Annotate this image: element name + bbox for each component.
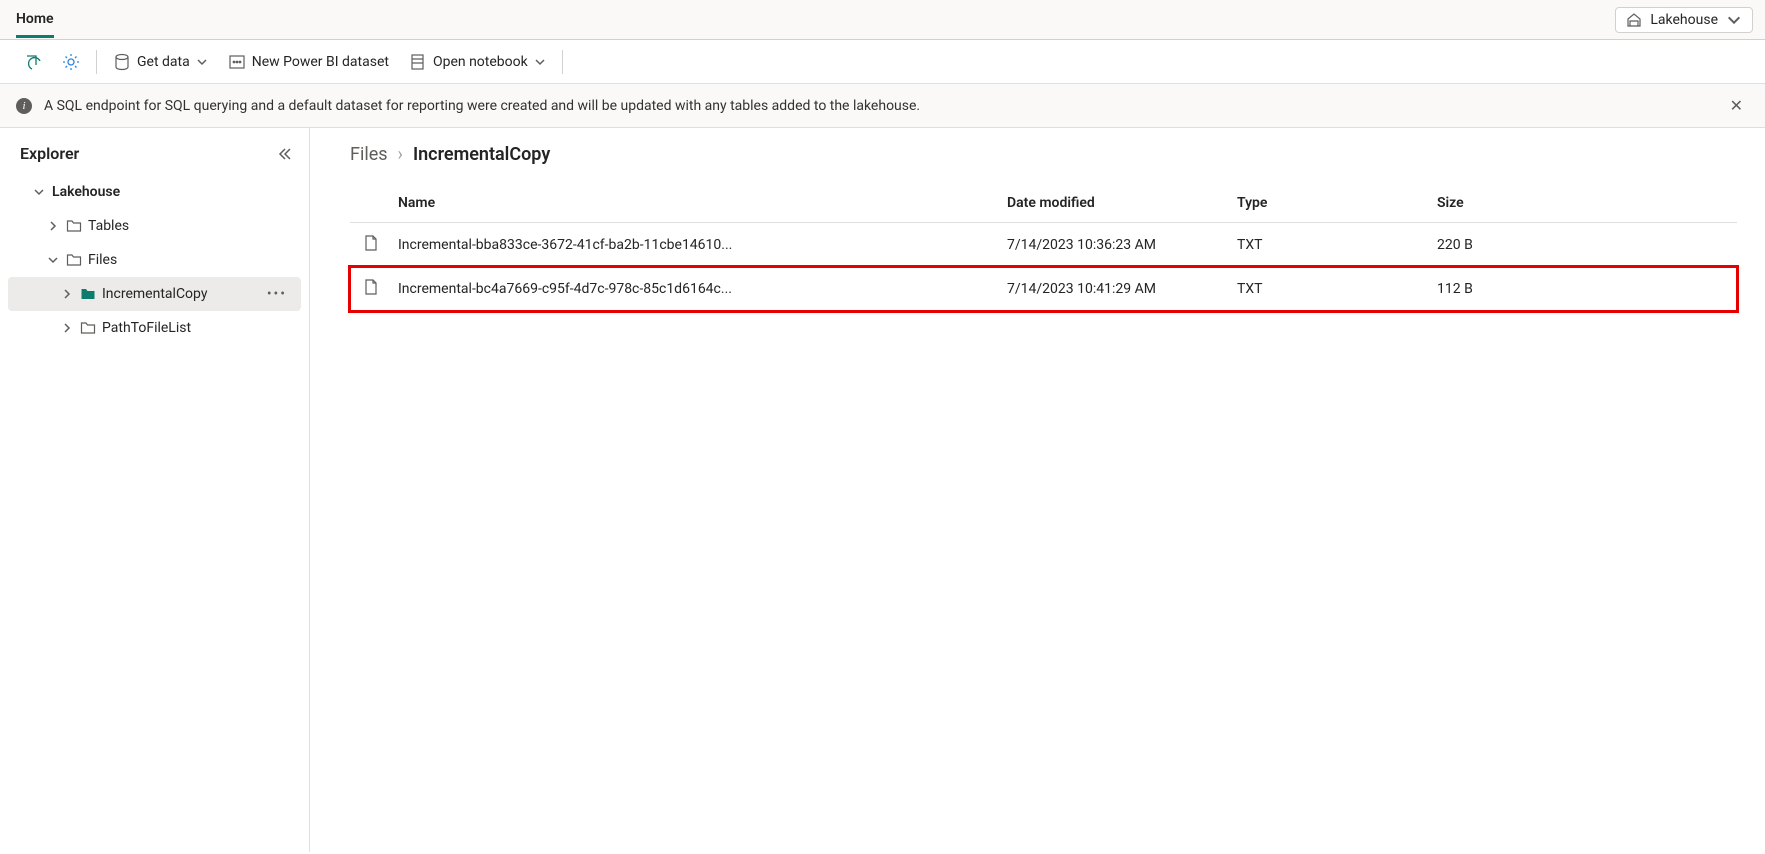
chevron-right-icon xyxy=(60,321,74,335)
get-data-button[interactable]: Get data xyxy=(105,47,216,77)
col-name[interactable]: Name xyxy=(398,195,1007,211)
col-type[interactable]: Type xyxy=(1237,195,1437,211)
breadcrumb-current: IncrementalCopy xyxy=(413,144,550,165)
table-header: Name Date modified Type Size xyxy=(350,183,1737,223)
gear-icon xyxy=(62,53,80,71)
cell-name: Incremental-bc4a7669-c95f-4d7c-978c-85c1… xyxy=(398,281,1007,297)
col-size[interactable]: Size xyxy=(1437,195,1737,211)
chevron-down-icon xyxy=(534,56,546,68)
refresh-button[interactable] xyxy=(16,47,50,77)
cell-size: 220 B xyxy=(1437,237,1737,253)
dataset-icon xyxy=(228,53,246,71)
cell-type: TXT xyxy=(1237,281,1437,297)
tree-root-lakehouse[interactable]: Lakehouse xyxy=(8,175,301,209)
toolbar-divider xyxy=(96,50,97,74)
cell-name: Incremental-bba833ce-3672-41cf-ba2b-11cb… xyxy=(398,237,1007,253)
view-switcher[interactable]: Lakehouse xyxy=(1615,7,1753,33)
chevron-right-icon xyxy=(60,287,74,301)
open-notebook-label: Open notebook xyxy=(433,54,528,70)
explorer-title: Explorer xyxy=(20,144,79,163)
view-switcher-label: Lakehouse xyxy=(1650,12,1718,28)
tree-label: Files xyxy=(88,252,117,268)
tree-label: PathToFileList xyxy=(102,320,191,336)
cell-modified: 7/14/2023 10:36:23 AM xyxy=(1007,237,1237,253)
chevron-down-icon xyxy=(196,56,208,68)
folder-open-icon xyxy=(80,286,96,302)
content-area: Files › IncrementalCopy Name Date modifi… xyxy=(310,128,1765,852)
info-banner: i A SQL endpoint for SQL querying and a … xyxy=(0,84,1765,128)
toolbar: Get data New Power BI dataset Open noteb… xyxy=(0,40,1765,84)
info-text: A SQL endpoint for SQL querying and a de… xyxy=(44,98,920,114)
chevron-down-icon xyxy=(32,185,46,199)
tree-label: Tables xyxy=(88,218,129,234)
table-row[interactable]: Incremental-bc4a7669-c95f-4d7c-978c-85c1… xyxy=(350,267,1737,311)
tree-item-files[interactable]: Files xyxy=(8,243,301,277)
more-icon[interactable]: ••• xyxy=(267,286,293,302)
explorer-sidebar: Explorer Lakehouse Tables xyxy=(0,128,310,852)
folder-icon xyxy=(66,252,82,268)
collapse-icon[interactable] xyxy=(277,146,293,162)
notebook-icon xyxy=(409,53,427,71)
table-row[interactable]: Incremental-bba833ce-3672-41cf-ba2b-11cb… xyxy=(350,223,1737,267)
chevron-down-icon xyxy=(46,253,60,267)
tree-item-tables[interactable]: Tables xyxy=(8,209,301,243)
chevron-right-icon: › xyxy=(398,144,403,165)
tree-label: Lakehouse xyxy=(52,184,120,200)
chevron-right-icon xyxy=(46,219,60,233)
file-icon xyxy=(362,234,380,252)
refresh-icon xyxy=(24,53,42,71)
breadcrumb-root[interactable]: Files xyxy=(350,144,388,165)
info-icon: i xyxy=(16,98,32,114)
toolbar-divider xyxy=(562,50,563,74)
cell-type: TXT xyxy=(1237,237,1437,253)
close-banner-button[interactable]: ✕ xyxy=(1724,94,1749,117)
breadcrumb: Files › IncrementalCopy xyxy=(350,144,1737,165)
tree-label: IncrementalCopy xyxy=(102,286,207,302)
chevron-down-icon xyxy=(1726,12,1742,28)
workspace: Explorer Lakehouse Tables xyxy=(0,128,1765,852)
tab-home[interactable]: Home xyxy=(16,1,54,38)
cell-modified: 7/14/2023 10:41:29 AM xyxy=(1007,281,1237,297)
folder-icon xyxy=(80,320,96,336)
new-dataset-label: New Power BI dataset xyxy=(252,54,389,70)
open-notebook-button[interactable]: Open notebook xyxy=(401,47,554,77)
explorer-tree: Lakehouse Tables Files xyxy=(0,175,309,345)
database-icon xyxy=(113,53,131,71)
tree-item-pathtofilelist[interactable]: PathToFileList xyxy=(8,311,301,345)
col-modified[interactable]: Date modified xyxy=(1007,195,1237,211)
cell-size: 112 B xyxy=(1437,281,1737,297)
settings-button[interactable] xyxy=(54,47,88,77)
tree-item-incrementalcopy[interactable]: IncrementalCopy ••• xyxy=(8,277,301,311)
top-bar: Home Lakehouse xyxy=(0,0,1765,40)
lakehouse-icon xyxy=(1626,12,1642,28)
file-list: Incremental-bba833ce-3672-41cf-ba2b-11cb… xyxy=(350,223,1737,311)
folder-icon xyxy=(66,218,82,234)
file-icon xyxy=(362,278,380,296)
get-data-label: Get data xyxy=(137,54,190,70)
new-dataset-button[interactable]: New Power BI dataset xyxy=(220,47,397,77)
